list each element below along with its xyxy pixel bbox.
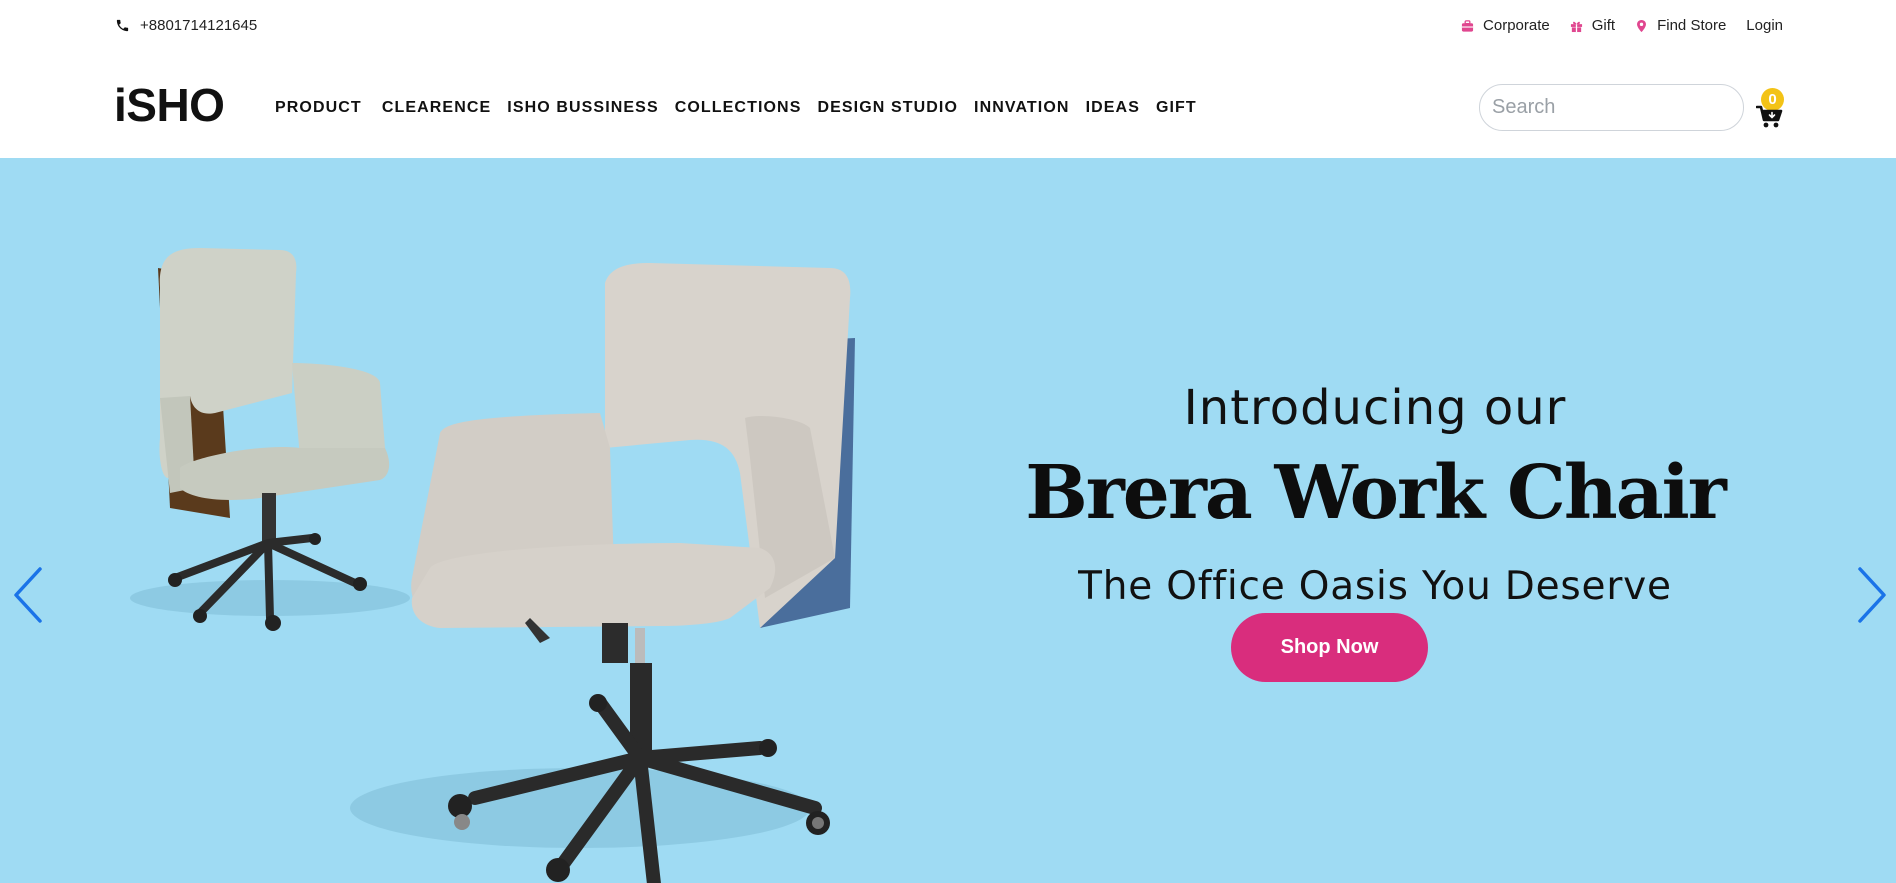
login-link[interactable]: Login (1746, 17, 1783, 34)
login-label: Login (1746, 17, 1783, 34)
gift-label: Gift (1591, 17, 1616, 34)
hero-subtitle: The Office Oasis You Deserve (1078, 564, 1672, 609)
corporate-label: Corporate (1483, 17, 1550, 34)
map-pin-icon (1637, 19, 1647, 32)
gift-link[interactable]: Gift (1570, 17, 1615, 34)
phone-number: +8801714121645 (140, 17, 258, 34)
nav-item-ideas[interactable]: IDEAS (1086, 99, 1140, 117)
hero-banner: Introducing our Brera Work Chair The Off… (0, 158, 1896, 883)
prev-slide-arrow[interactable] (10, 565, 50, 625)
cart-icon (1756, 105, 1783, 128)
site-logo[interactable]: iSHO (114, 82, 225, 128)
hero-title: Brera Work Chair (1025, 450, 1727, 536)
gift-icon (1570, 21, 1582, 32)
hero-intro-text: Introducing our (1183, 380, 1567, 436)
main-nav: PRODUCT CLEARENCE ISHO BUSSINESS COLLECT… (275, 99, 1213, 117)
next-slide-arrow[interactable] (1850, 565, 1890, 625)
main-header: iSHO PRODUCT CLEARENCE ISHO BUSSINESS CO… (0, 52, 1896, 158)
top-links: Corporate Gift Find Store Login (1441, 17, 1783, 34)
find-store-label: Find Store (1657, 17, 1727, 34)
nav-item-collections[interactable]: COLLECTIONS (675, 99, 802, 117)
search-input[interactable] (1479, 84, 1744, 131)
nav-item-design-studio[interactable]: DESIGN STUDIO (817, 99, 958, 117)
chairs-product-image (130, 248, 855, 883)
phone-icon (116, 19, 129, 32)
top-bar: +8801714121645 Corporate Gift Find Store… (0, 0, 1896, 52)
nav-item-innvation[interactable]: INNVATION (974, 99, 1070, 117)
shop-now-button[interactable]: Shop Now (1231, 613, 1428, 682)
nav-item-product[interactable]: PRODUCT (275, 99, 362, 117)
briefcase-icon (1461, 19, 1474, 32)
nav-item-gift[interactable]: GIFT (1156, 99, 1197, 117)
nav-item-clearence[interactable]: CLEARENCE (382, 99, 491, 117)
cart-button[interactable]: 0 (1753, 88, 1787, 128)
nav-item-isho-bussiness[interactable]: ISHO BUSSINESS (507, 99, 658, 117)
phone-contact[interactable]: +8801714121645 (115, 17, 257, 34)
find-store-link[interactable]: Find Store (1635, 17, 1726, 34)
corporate-link[interactable]: Corporate (1461, 17, 1550, 34)
